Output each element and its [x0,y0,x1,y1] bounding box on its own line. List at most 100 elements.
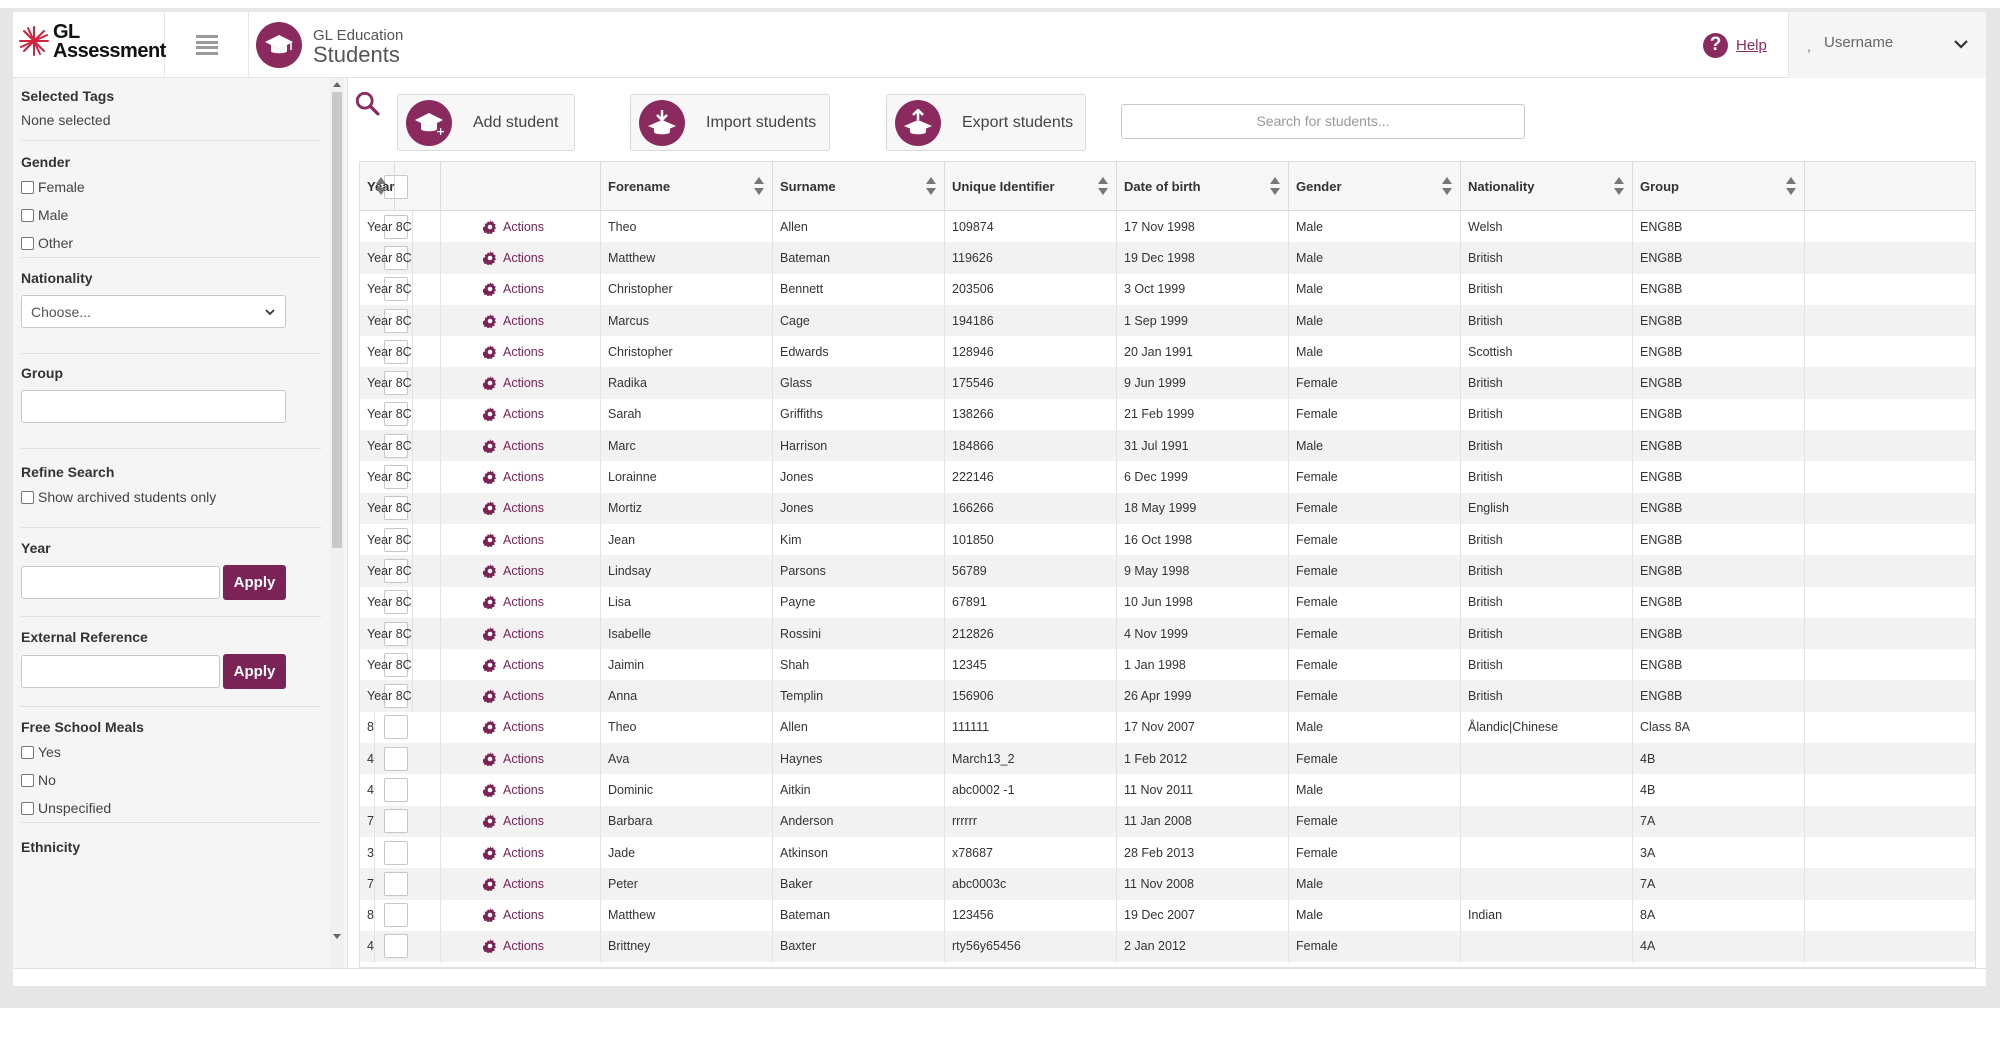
column-header-date-of-birth[interactable]: Date of birth [1117,162,1289,211]
sidebar-scrollbar-thumb[interactable] [332,92,342,548]
chevron-down-icon[interactable] [1953,36,1969,52]
column-header-gender[interactable]: Gender [1289,162,1461,211]
hamburger-icon [195,35,218,55]
actions-menu[interactable]: Actions [483,751,544,766]
sort-icon[interactable] [1786,177,1796,197]
cell-forename: Barbara [601,805,773,837]
row-checkbox[interactable] [384,840,408,865]
column-header-surname[interactable]: Surname [773,162,945,211]
actions-menu[interactable]: Actions [483,532,544,547]
external-reference-input[interactable] [21,655,220,688]
actions-menu[interactable]: Actions [483,438,544,453]
gender-female-option[interactable]: Female [21,176,321,198]
fsm-yes-option[interactable]: Yes [21,741,321,763]
row-checkbox[interactable] [384,934,408,959]
row-checkbox[interactable] [384,746,408,771]
actions-menu[interactable]: Actions [483,376,544,391]
gender-male-option[interactable]: Male [21,204,321,226]
actions-menu[interactable]: Actions [483,626,544,641]
actions-menu[interactable]: Actions [483,876,544,891]
column-header-nationality[interactable]: Nationality [1461,162,1633,211]
actions-menu[interactable]: Actions [483,282,544,297]
checkbox[interactable] [21,801,34,815]
actions-menu[interactable]: Actions [483,407,544,422]
help-question-icon[interactable]: ? [1703,32,1728,58]
cell-nationality: British [1461,617,1633,650]
gear-icon [483,563,497,578]
archived-option[interactable]: Show archived students only [21,486,321,508]
actions-menu[interactable]: Actions [483,501,544,516]
row-checkbox[interactable] [384,871,408,896]
gender-other-option[interactable]: Other [21,232,321,254]
sort-icon[interactable] [1098,177,1108,197]
table-row: Actions Marc Harrison 184866 31 Jul 1991 Male… [360,430,1975,462]
actions-menu[interactable]: Actions [483,470,544,485]
sort-icon[interactable] [1270,177,1280,197]
column-header-forename[interactable]: Forename [601,162,773,211]
sort-icon[interactable] [376,177,387,197]
student-search-input[interactable]: Search for students... [1121,104,1525,139]
actions-menu[interactable]: Actions [483,782,544,797]
fsm-unspecified-option[interactable]: Unspecified [21,797,321,819]
cell-year: Year 8C [360,304,413,337]
cell-surname: Bateman [773,242,945,274]
cell-date-of-birth: 28 Feb 2013 [1117,836,1289,869]
cell-year: Year 8C [360,336,413,368]
checkbox[interactable] [21,208,34,222]
checkbox[interactable] [21,236,34,250]
scroll-down-arrow-icon[interactable] [333,934,341,939]
row-checkbox[interactable] [384,715,408,740]
actions-menu[interactable]: Actions [483,814,544,829]
nationality-select[interactable]: Choose... [21,295,286,328]
column-header-group[interactable]: Group [1633,162,1805,211]
year-input[interactable] [21,566,220,599]
external-reference-title: External Reference [21,629,148,645]
cell-surname: Bennett [773,273,945,305]
actions-menu[interactable]: Actions [483,344,544,359]
row-checkbox[interactable] [384,809,408,834]
column-header-unique-identifier[interactable]: Unique Identifier [945,162,1117,211]
add-student-button[interactable]: + Add student [397,94,575,151]
import-students-button[interactable]: Import students [630,94,830,151]
actions-menu[interactable]: Actions [483,908,544,923]
sort-icon[interactable] [754,177,764,197]
actions-menu[interactable]: Actions [483,219,544,234]
gl-assessment-logo[interactable]: GL Assessment [13,12,166,78]
actions-menu[interactable]: Actions [483,720,544,735]
group-title: Group [21,365,63,381]
checkbox[interactable] [21,490,34,504]
actions-menu[interactable]: Actions [483,563,544,578]
search-icon[interactable] [354,90,382,118]
actions-menu[interactable]: Actions [483,250,544,265]
actions-menu[interactable]: Actions [483,657,544,672]
sort-icon[interactable] [1614,177,1624,197]
sort-icon[interactable] [926,177,936,197]
external-reference-apply-button[interactable]: Apply [223,654,286,689]
actions-menu[interactable]: Actions [483,313,544,328]
cell-gender: Male [1289,430,1461,462]
fsm-no-option[interactable]: No [21,769,321,791]
checkbox[interactable] [21,745,34,759]
checkbox[interactable] [21,180,34,194]
menu-button[interactable] [165,12,249,78]
actions-menu[interactable]: Actions [483,595,544,610]
user-menu[interactable]: , Username [1788,12,1986,78]
column-header-year[interactable]: Year [360,162,396,211]
cell-unique-identifier: 212826 [945,617,1117,650]
group-input[interactable] [21,390,286,423]
checkbox[interactable] [21,773,34,787]
help-link[interactable]: Help [1736,37,1767,54]
row-checkbox[interactable] [384,777,408,802]
actions-menu[interactable]: Actions [483,689,544,704]
ethnicity-title[interactable]: Ethnicity [21,839,321,855]
actions-menu[interactable]: Actions [483,939,544,954]
cell-group: 4A [1633,930,1805,963]
year-apply-button[interactable]: Apply [223,565,286,600]
cell-surname: Templin [773,680,945,712]
export-students-button[interactable]: Export students [886,94,1086,151]
actions-menu[interactable]: Actions [483,845,544,860]
scroll-up-arrow-icon[interactable] [333,82,341,87]
cell-date-of-birth: 2 Jan 2012 [1117,930,1289,963]
sort-icon[interactable] [1442,177,1452,197]
row-checkbox[interactable] [384,903,408,928]
